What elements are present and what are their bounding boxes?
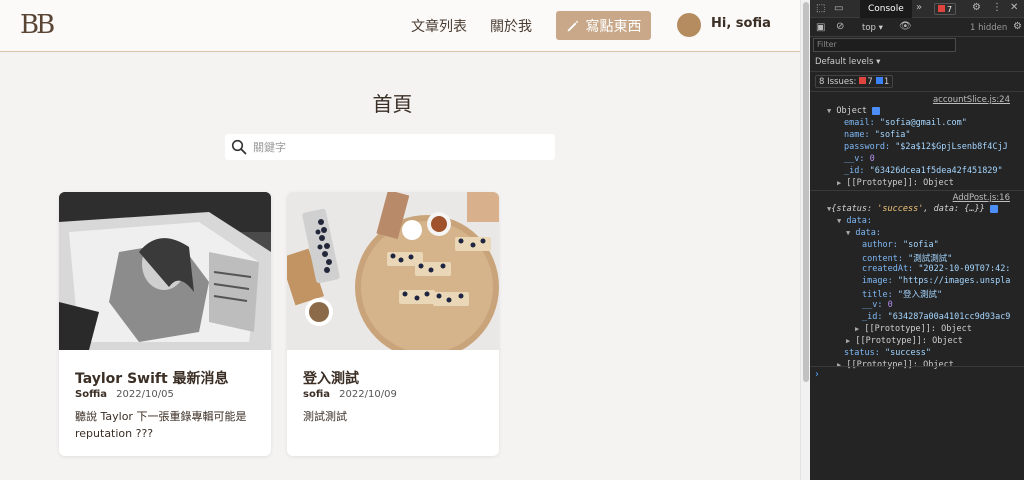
console-toolbar: ▣ ⊘ top ▾ 👁 1 hidden ⚙ [810, 19, 1024, 37]
divider [810, 366, 1024, 367]
log-levels-dropdown[interactable]: Default levels ▾ [815, 57, 880, 67]
user-greeting[interactable]: Hi, sofia [711, 16, 771, 31]
filter-input[interactable]: Filter [813, 38, 956, 52]
eye-icon[interactable]: 👁 [899, 21, 912, 32]
devtools-tabbar: ⬚ ▭ Console » 7 ⚙ ⋮ ✕ [810, 0, 1024, 18]
log-prototype[interactable]: ▶ [[Prototype]]: Object [855, 324, 972, 334]
log-prop: content: "測試測試" [862, 254, 953, 264]
navbar: BB 文章列表 關於我 寫點東西 Hi, sofia [0, 0, 800, 52]
page-scrollbar[interactable] [800, 0, 810, 480]
devtools-panel: ⬚ ▭ Console » 7 ⚙ ⋮ ✕ ▣ ⊘ top ▾ 👁 1 hidd… [810, 0, 1024, 480]
sidebar-toggle-icon[interactable]: ▣ [816, 22, 825, 33]
page-scrollbar-thumb[interactable] [803, 2, 809, 382]
log-prop: createdAt: "2022-10-09T07:42: [862, 264, 1011, 274]
gear-icon[interactable]: ⚙ [972, 2, 981, 13]
more-tabs-icon[interactable]: » [916, 2, 922, 13]
post-meta: Soffia 2022/10/05 [75, 389, 174, 400]
log-prop[interactable]: ▼ data: [837, 216, 872, 226]
issues-button[interactable]: 8 Issues: 7 1 [815, 75, 894, 88]
logo[interactable]: BB [20, 10, 55, 40]
device-toolbar-icon[interactable]: ▭ [834, 3, 843, 14]
clear-console-icon[interactable]: ⊘ [836, 21, 844, 32]
log-source-link[interactable]: accountSlice.js:24 [933, 95, 1010, 105]
post-excerpt: 測試測試 [303, 410, 347, 423]
post-image [59, 192, 271, 350]
post-title[interactable]: Taylor Swift 最新消息 [75, 368, 229, 388]
post-date: 2022/10/05 [116, 389, 174, 400]
write-button[interactable]: 寫點東西 [556, 11, 651, 40]
write-button-label: 寫點東西 [585, 18, 642, 35]
avatar[interactable] [677, 13, 701, 37]
log-prop: author: "sofia" [862, 240, 939, 250]
log-prop: image: "https://images.unspla [862, 276, 1011, 286]
inspect-icon[interactable]: ⬚ [816, 3, 825, 14]
log-prototype[interactable]: ▶ [[Prototype]]: Object [837, 360, 954, 370]
post-meta: sofia 2022/10/09 [303, 389, 397, 400]
error-badge[interactable]: 7 [934, 3, 957, 15]
context-select[interactable]: top ▾ [862, 23, 883, 33]
post-title[interactable]: 登入測試 [303, 368, 359, 388]
close-icon[interactable]: ✕ [1010, 2, 1018, 13]
log-prop: name: "sofia" [844, 130, 911, 140]
log-prop: _id: "63426dcea1f5dea42f451829" [844, 166, 1003, 176]
log-object-header[interactable]: ▼{status: 'success', data: {…}} [827, 204, 998, 214]
log-prop: email: "sofia@gmail.com" [844, 118, 967, 128]
console-settings-icon[interactable]: ⚙ [1013, 21, 1022, 32]
log-object-header[interactable]: ▼ Object [827, 106, 881, 116]
post-card[interactable]: 登入測試 sofia 2022/10/09 測試測試 [287, 192, 499, 456]
search-bar[interactable] [225, 134, 555, 160]
post-card[interactable]: Taylor Swift 最新消息 Soffia 2022/10/05 聽說 T… [59, 192, 271, 456]
hidden-count: 1 hidden [970, 23, 1008, 33]
post-author: Soffia [75, 389, 107, 400]
tab-console[interactable]: Console [860, 0, 912, 18]
log-prop: _id: "634287a00a4101cc9d93ac9 [862, 312, 1011, 322]
log-prop: __v: 0 [844, 154, 875, 164]
post-image [287, 192, 499, 350]
post-excerpt: 聽說 Taylor 下一張重錄專輯可能是 reputation ??? [75, 410, 247, 440]
log-prop: password: "$2a$12$GpjLsenb8f4CjJ [844, 142, 1008, 152]
pencil-icon [567, 20, 578, 31]
post-author: sofia [303, 389, 330, 400]
log-prop: title: "登入測試" [862, 290, 943, 300]
log-prototype[interactable]: ▶ [[Prototype]]: Object [846, 336, 963, 346]
app-page: BB 文章列表 關於我 寫點東西 Hi, sofia 首頁 關鍵字 Taylor… [0, 0, 800, 480]
log-prop: status: "success" [844, 348, 932, 358]
log-prop[interactable]: ▼ data: [846, 228, 881, 238]
page-title: 首頁 [372, 92, 413, 116]
divider [810, 91, 1024, 92]
divider [810, 71, 1024, 72]
post-date: 2022/10/09 [339, 389, 397, 400]
kebab-menu-icon[interactable]: ⋮ [992, 2, 1002, 13]
search-icon [231, 139, 247, 155]
search-input[interactable] [253, 140, 543, 154]
divider [810, 190, 1024, 191]
log-source-link[interactable]: AddPost.js:16 [953, 193, 1010, 203]
nav-link-about[interactable]: 關於我 [490, 16, 532, 36]
log-prototype[interactable]: ▶ [[Prototype]]: Object [837, 178, 954, 188]
log-prop: __v: 0 [862, 300, 893, 310]
console-prompt[interactable]: › [815, 369, 819, 380]
nav-link-posts[interactable]: 文章列表 [411, 16, 467, 36]
